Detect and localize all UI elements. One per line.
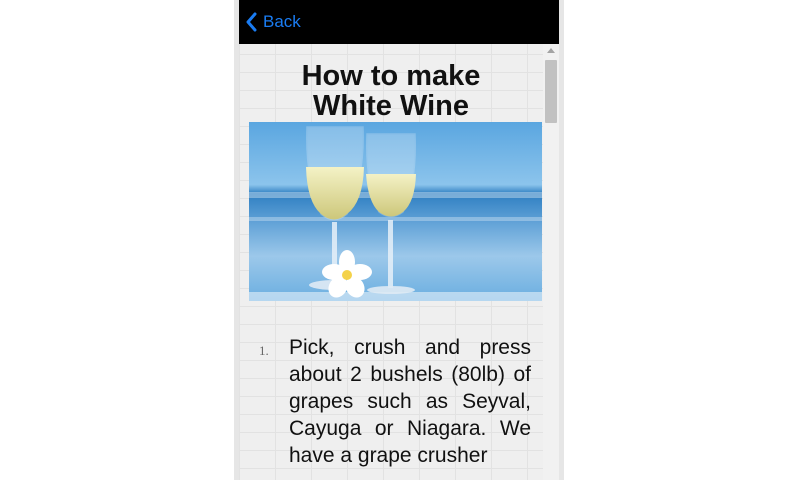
step-number: 1. [259, 343, 269, 358]
chevron-left-icon [245, 12, 257, 32]
top-navigation-bar: Back [239, 0, 559, 44]
phone-frame-right [559, 0, 564, 480]
back-button[interactable]: Back [245, 10, 301, 34]
white-wine-hero-image [249, 122, 542, 301]
page-title: How to make White Wine [239, 61, 543, 121]
scroll-up-arrow-icon[interactable] [547, 48, 555, 53]
page-title-line2: White Wine [312, 90, 469, 122]
back-button-label: Back [263, 12, 301, 31]
page-title-line1: How to make [301, 60, 481, 92]
step-text: Pick, crush and press about 2 bushels (8… [289, 336, 531, 467]
vertical-scrollbar[interactable] [543, 44, 559, 480]
instruction-steps: 1. Pick, crush and press about 2 bushels… [259, 334, 531, 469]
scrollbar-thumb[interactable] [545, 60, 557, 123]
list-item: 1. Pick, crush and press about 2 bushels… [259, 334, 531, 469]
article-content[interactable]: How to make White Wine 1. Pick, crush an… [239, 44, 543, 480]
app-screen: Back How to make White Wine 1. Pick, cru… [239, 0, 559, 480]
